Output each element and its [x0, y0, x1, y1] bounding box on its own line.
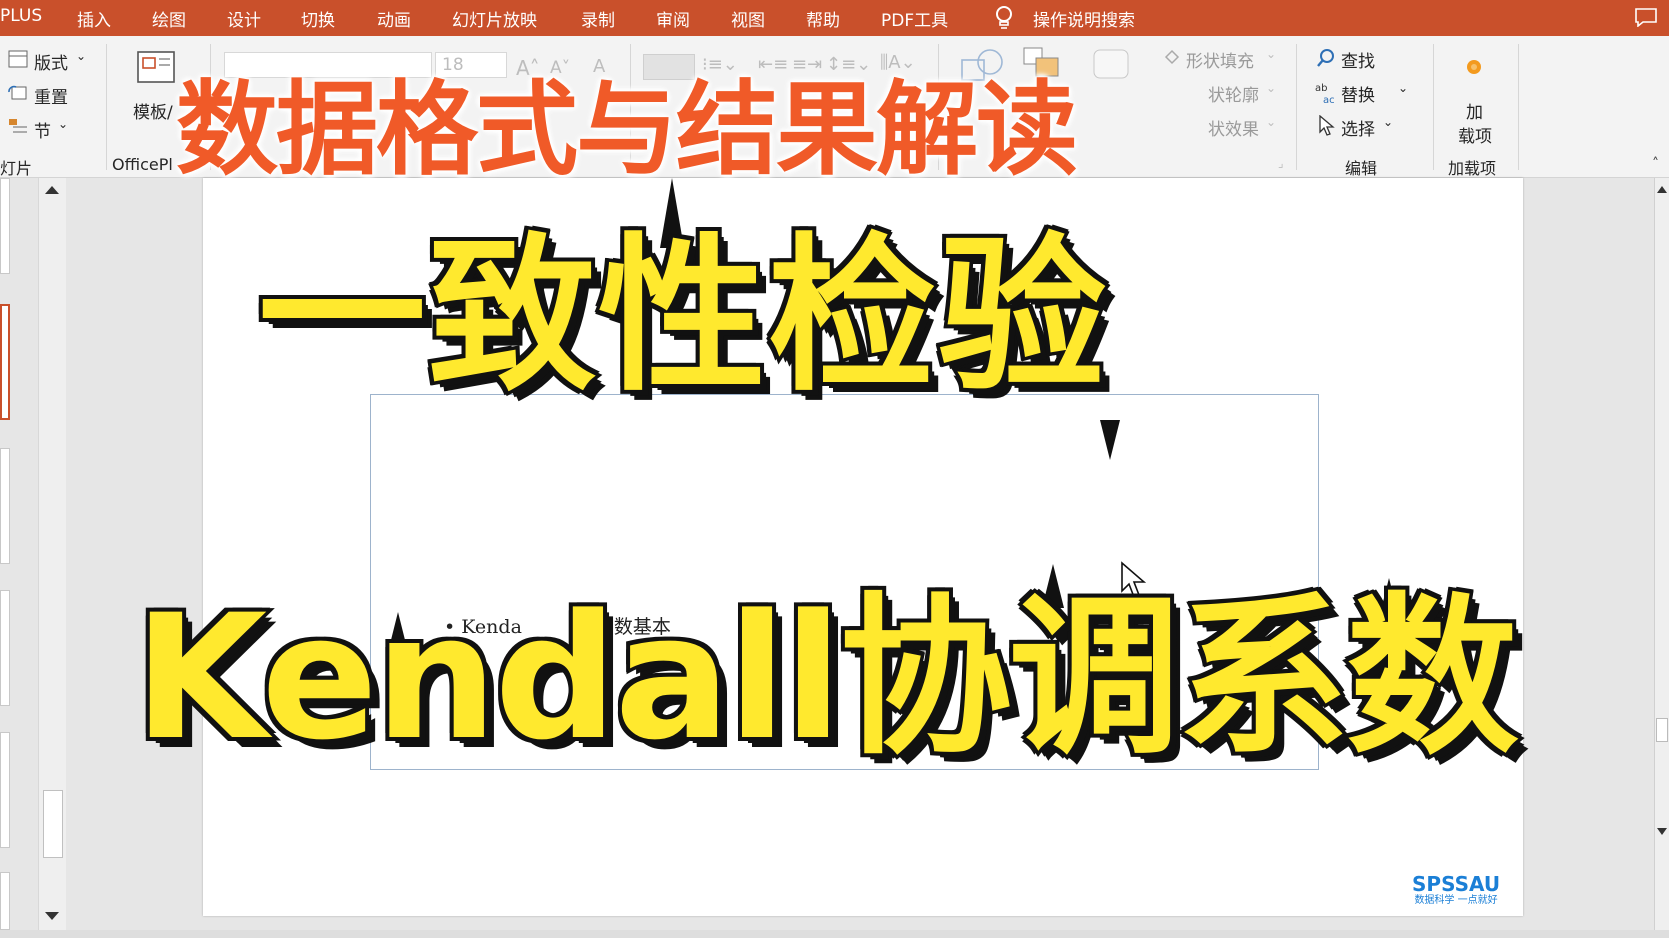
- slide-thumbnail-pane: [0, 178, 68, 930]
- group-separator: [106, 44, 107, 170]
- shape-outline-button[interactable]: 状轮廓: [1208, 81, 1259, 106]
- addins-group-label: 加载项: [1448, 159, 1497, 178]
- slides-group-label: 灯片: [0, 159, 33, 178]
- chevron-down-icon[interactable]: ⌄: [76, 49, 86, 63]
- group-separator: [1296, 44, 1297, 170]
- lightbulb-icon[interactable]: [993, 5, 1015, 31]
- menu-tab-transitions[interactable]: 切换: [301, 6, 335, 31]
- layout-button[interactable]: 版式: [34, 49, 68, 74]
- slide-thumbnail[interactable]: [0, 178, 10, 274]
- menu-tab-animations[interactable]: 动画: [377, 6, 411, 31]
- addins-button-line1[interactable]: 加: [1466, 98, 1483, 123]
- select-button[interactable]: 选择: [1341, 115, 1375, 140]
- reset-button[interactable]: 重置: [34, 83, 68, 108]
- find-button[interactable]: 查找: [1341, 47, 1375, 72]
- thumbnail-scrollbar[interactable]: [38, 178, 66, 930]
- collapse-ribbon-icon[interactable]: ˄: [1652, 156, 1659, 172]
- template-button[interactable]: 模板/: [133, 98, 173, 123]
- section-icon: [9, 119, 27, 133]
- layout-icon: [8, 50, 28, 68]
- menu-tab-record[interactable]: 录制: [581, 6, 615, 31]
- search-icon: [1317, 49, 1334, 67]
- scrollbar-thumb[interactable]: [1656, 718, 1668, 742]
- menu-tab-plus[interactable]: PLUS: [0, 6, 42, 26]
- menu-tab-draw[interactable]: 绘图: [152, 6, 186, 31]
- slide-thumbnail[interactable]: [0, 448, 10, 564]
- logo-tagline: 数据科学 一点就好: [1414, 895, 1498, 906]
- menu-tab-insert[interactable]: 插入: [77, 6, 111, 31]
- menu-tab-pdf-tools[interactable]: PDF工具: [881, 6, 948, 31]
- slide-thumbnail[interactable]: [0, 590, 10, 706]
- canvas-scrollbar[interactable]: [1654, 178, 1669, 930]
- chevron-down-icon[interactable]: ⌄: [1266, 81, 1276, 95]
- menu-tab-slideshow[interactable]: 幻灯片放映: [452, 6, 537, 31]
- chevron-down-icon[interactable]: ⌄: [1266, 115, 1276, 129]
- editing-group-label: 编辑: [1345, 159, 1378, 178]
- chevron-down-icon[interactable]: ⌄: [1383, 115, 1393, 129]
- chevron-down-icon[interactable]: ⌄: [58, 117, 68, 131]
- logo-name: SPSSAU: [1412, 872, 1501, 896]
- status-bar: [0, 930, 1669, 938]
- scroll-up-icon[interactable]: [45, 186, 59, 194]
- headline-title: 一致性检验: [255, 218, 1110, 414]
- addin-icon[interactable]: [1465, 58, 1483, 76]
- shape-effects-button[interactable]: 状效果: [1208, 115, 1259, 140]
- comment-icon[interactable]: [1634, 7, 1658, 27]
- scroll-down-icon[interactable]: [1657, 828, 1667, 835]
- menu-bar: PLUS 插入 绘图 设计 切换 动画 幻灯片放映 录制 审阅 视图 帮助 PD…: [0, 0, 1669, 36]
- dialog-launcher-icon[interactable]: ⌟: [1278, 156, 1284, 170]
- group-separator: [1433, 44, 1434, 170]
- replace-button[interactable]: 替换: [1341, 81, 1375, 106]
- menu-tab-design[interactable]: 设计: [227, 6, 261, 31]
- template-icon[interactable]: [136, 50, 180, 86]
- reset-icon: [8, 85, 27, 100]
- tell-me-search[interactable]: 操作说明搜索: [1033, 6, 1135, 31]
- text-direction-icon[interactable]: ⫼A⌄: [880, 52, 916, 73]
- spssau-logo: SPSSAU 数据科学 一点就好: [1412, 873, 1500, 907]
- slide-thumbnail[interactable]: [0, 872, 10, 930]
- headline-subtitle: 数据格式与结果解读: [176, 71, 1078, 190]
- scroll-up-icon[interactable]: [1657, 186, 1667, 193]
- slide-thumbnail[interactable]: [0, 732, 10, 848]
- scrollbar-thumb[interactable]: [43, 790, 63, 858]
- decorative-spike: [1100, 420, 1120, 460]
- headline-kendall: Kendall协调系数: [130, 577, 1521, 778]
- officeplus-group-label: OfficePl: [112, 155, 173, 174]
- select-cursor-icon: [1319, 115, 1335, 136]
- menu-tab-view[interactable]: 视图: [731, 6, 765, 31]
- menu-tab-review[interactable]: 审阅: [656, 6, 690, 31]
- addins-button-line2[interactable]: 载项: [1458, 122, 1492, 147]
- menu-tab-help[interactable]: 帮助: [806, 6, 840, 31]
- shape-fill-button[interactable]: 形状填充: [1186, 47, 1254, 72]
- scroll-down-icon[interactable]: [45, 912, 59, 920]
- section-button[interactable]: 节: [34, 117, 51, 142]
- replace-icon: ab ac: [1315, 83, 1335, 105]
- svg-text:ab: ab: [1315, 83, 1327, 94]
- chevron-down-icon[interactable]: ⌄: [1266, 47, 1276, 61]
- paint-bucket-icon[interactable]: [1162, 48, 1182, 68]
- svg-text:ac: ac: [1323, 95, 1335, 105]
- quick-styles-icon[interactable]: [1092, 46, 1132, 86]
- chevron-down-icon[interactable]: ⌄: [1398, 81, 1408, 95]
- group-separator: [1518, 44, 1519, 170]
- slide-thumbnail-selected[interactable]: [0, 304, 10, 420]
